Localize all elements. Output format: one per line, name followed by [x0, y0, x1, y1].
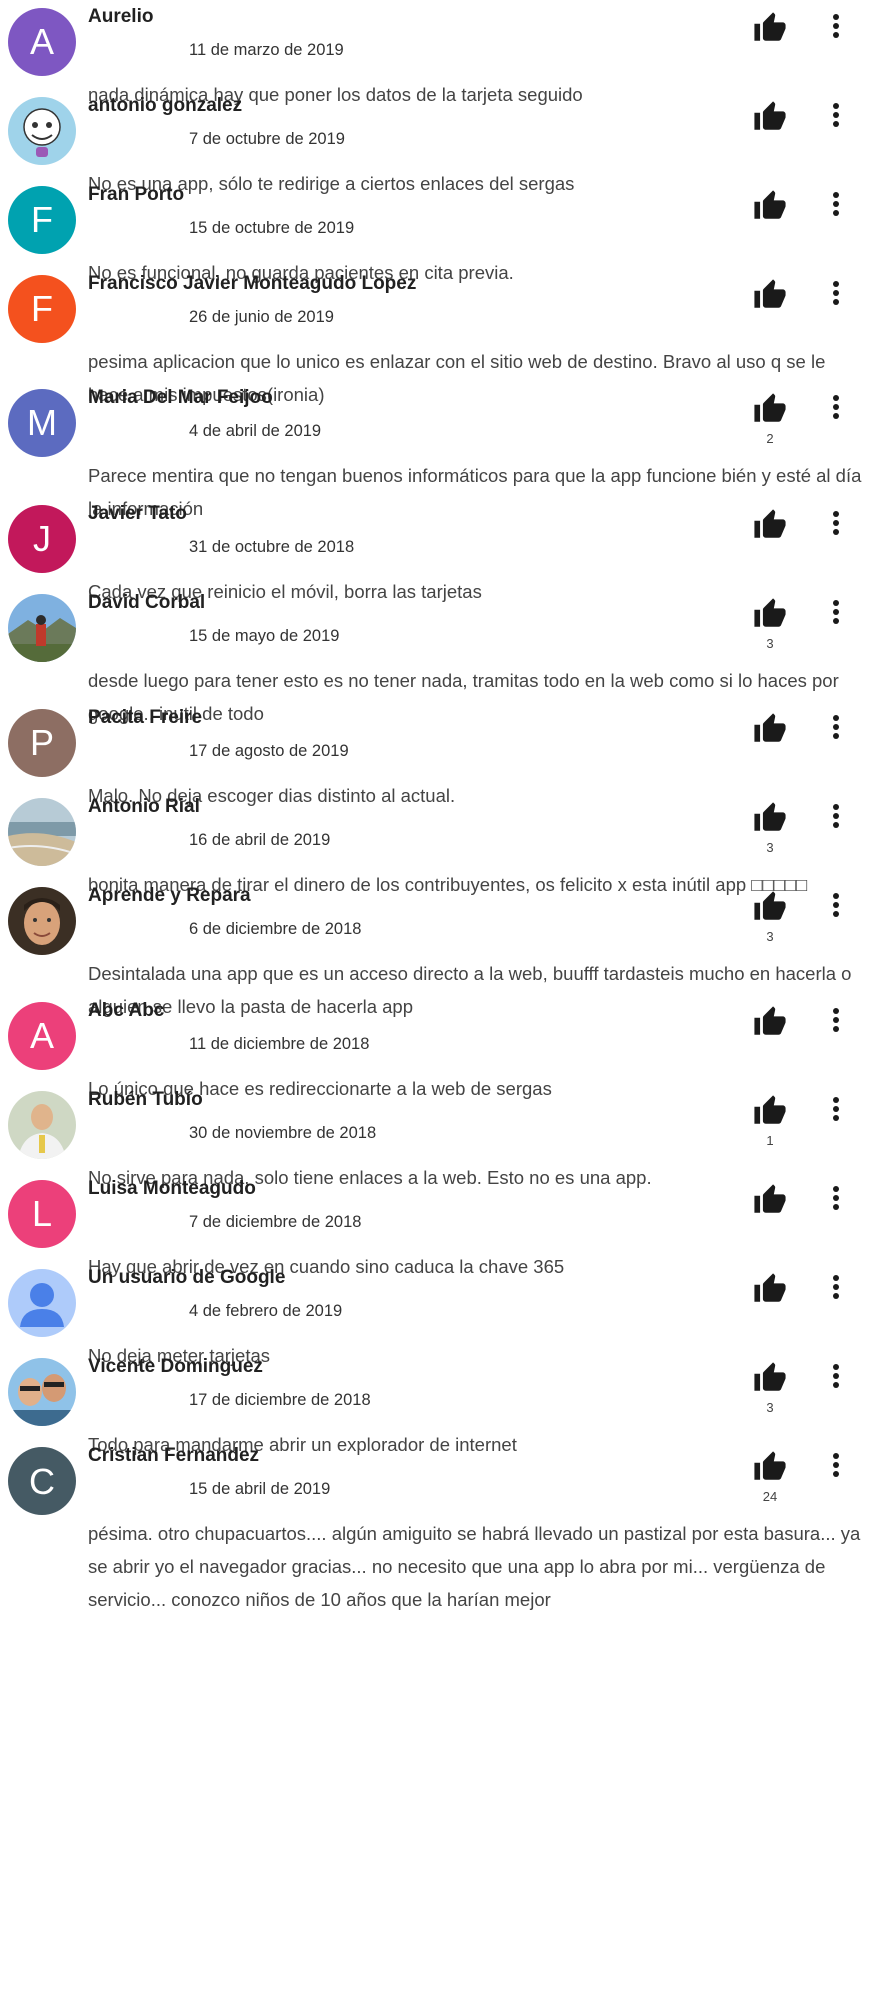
review-date: 15 de abril de 2019: [189, 1480, 331, 1498]
thumb-up-icon[interactable]: [752, 507, 788, 543]
avatar: [8, 1358, 76, 1426]
reviewer-name: Rubén Tubío: [88, 1089, 203, 1110]
like-count: 24: [762, 1489, 778, 1504]
review-date: 4 de febrero de 2019: [189, 1302, 343, 1320]
reviewer-name: Antonio Rial: [88, 796, 200, 817]
review-date: 15 de octubre de 2019: [189, 219, 355, 237]
thumb-up-icon[interactable]: [752, 800, 788, 836]
review-text: desde luego para tener esto es no tener …: [88, 670, 839, 724]
reviewer-name: Cristian Fernandez: [88, 1445, 260, 1466]
avatar: [8, 887, 76, 955]
review-date: 15 de mayo de 2019: [189, 627, 340, 645]
reviewer-name: David Corbal: [88, 592, 206, 613]
reviewer-name: Un usuario de Google: [88, 1267, 286, 1288]
reviewer-name: Fran Porto: [88, 184, 185, 205]
avatar: A: [8, 1002, 76, 1070]
more-vert-icon[interactable]: [824, 509, 848, 537]
more-vert-icon[interactable]: [824, 713, 848, 741]
avatar: [8, 97, 76, 165]
avatar: C: [8, 1447, 76, 1515]
review-date: 17 de diciembre de 2018: [189, 1391, 371, 1409]
thumb-up-icon[interactable]: [752, 889, 788, 925]
review-text: Malo. No deja escoger dias distinto al a…: [88, 785, 456, 806]
review-date: 17 de agosto de 2019: [189, 742, 349, 760]
more-vert-icon[interactable]: [824, 1451, 848, 1479]
review-date: 7 de diciembre de 2018: [189, 1213, 362, 1231]
more-vert-icon[interactable]: [824, 1273, 848, 1301]
avatar: A: [8, 8, 76, 76]
thumb-up-icon[interactable]: [752, 1360, 788, 1396]
thumb-up-icon[interactable]: [752, 99, 788, 135]
svg-text:C: C: [29, 1461, 55, 1502]
review-date: 30 de noviembre de 2018: [189, 1124, 377, 1142]
more-vert-icon[interactable]: [824, 12, 848, 40]
review-date: 11 de diciembre de 2018: [189, 1035, 370, 1053]
more-vert-icon[interactable]: [824, 598, 848, 626]
review-date: 11 de marzo de 2019: [189, 41, 344, 59]
like-count: 3: [766, 929, 774, 944]
like-count: 3: [766, 1400, 774, 1415]
avatar: [8, 594, 76, 662]
more-vert-icon[interactable]: [824, 1095, 848, 1123]
avatar: [8, 798, 76, 866]
reviewer-name: antonio gonzalez: [88, 95, 243, 116]
thumb-up-icon[interactable]: [752, 1093, 788, 1129]
review-date: 4 de abril de 2019: [189, 422, 322, 440]
reviewer-name: Aurelio: [88, 6, 154, 27]
more-vert-icon[interactable]: [824, 1362, 848, 1390]
review-text: Parece mentira que no tengan buenos info…: [88, 465, 862, 519]
avatar: P: [8, 709, 76, 777]
more-vert-icon[interactable]: [824, 891, 848, 919]
reviewer-name: Luisa Monteagudo: [88, 1178, 256, 1199]
more-vert-icon[interactable]: [824, 279, 848, 307]
thumb-up-icon[interactable]: [752, 188, 788, 224]
thumb-up-icon[interactable]: [752, 1004, 788, 1040]
avatar: L: [8, 1180, 76, 1248]
review-text: Desintalada una app que es un acceso dir…: [88, 963, 852, 1017]
reviewer-name: Francisco Javier Monteagudo Lopez: [88, 273, 417, 294]
review-date: 26 de junio de 2019: [189, 308, 334, 326]
thumb-up-icon[interactable]: [752, 1271, 788, 1307]
review-date: 16 de abril de 2019: [189, 831, 331, 849]
thumb-up-icon[interactable]: [752, 277, 788, 313]
avatar: [8, 1269, 76, 1337]
reviewer-name: Maria Del Mar Feijoo: [88, 387, 273, 408]
review-date: 7 de octubre de 2019: [189, 130, 345, 148]
like-count: 2: [766, 431, 774, 446]
reviewer-name: Vicente Dominguez: [88, 1356, 263, 1377]
thumb-up-icon[interactable]: [752, 596, 788, 632]
more-vert-icon[interactable]: [824, 1006, 848, 1034]
thumb-up-icon[interactable]: [752, 711, 788, 747]
review-text: Lo único que hace es redireccionarte a l…: [88, 1078, 552, 1099]
avatar: F: [8, 275, 76, 343]
thumb-up-icon[interactable]: [752, 391, 788, 427]
more-vert-icon[interactable]: [824, 1184, 848, 1212]
like-count: 3: [766, 840, 774, 855]
review-date: 6 de diciembre de 2018: [189, 920, 362, 938]
thumb-up-icon[interactable]: [752, 10, 788, 46]
review-text: pésima. otro chupacuartos.... algún amig…: [88, 1523, 861, 1610]
more-vert-icon[interactable]: [824, 190, 848, 218]
more-vert-icon[interactable]: [824, 393, 848, 421]
reviewer-name: Aprende y Repara: [88, 885, 251, 906]
reviewer-name: Pacita Freire: [88, 707, 203, 728]
more-vert-icon[interactable]: [824, 802, 848, 830]
avatar: F: [8, 186, 76, 254]
like-count: 1: [766, 1133, 774, 1148]
thumb-up-icon[interactable]: [752, 1182, 788, 1218]
thumb-up-icon[interactable]: [752, 1449, 788, 1485]
avatar: M: [8, 389, 76, 457]
review-text: No es una app, sólo te redirige a cierto…: [88, 173, 575, 194]
more-vert-icon[interactable]: [824, 101, 848, 129]
reviewer-name: Abc Abc: [88, 1000, 165, 1021]
avatar: [8, 1091, 76, 1159]
like-count: 3: [766, 636, 774, 651]
review-date: 31 de octubre de 2018: [189, 538, 355, 556]
reviewer-name: Javier Tato: [88, 503, 187, 524]
avatar: J: [8, 505, 76, 573]
